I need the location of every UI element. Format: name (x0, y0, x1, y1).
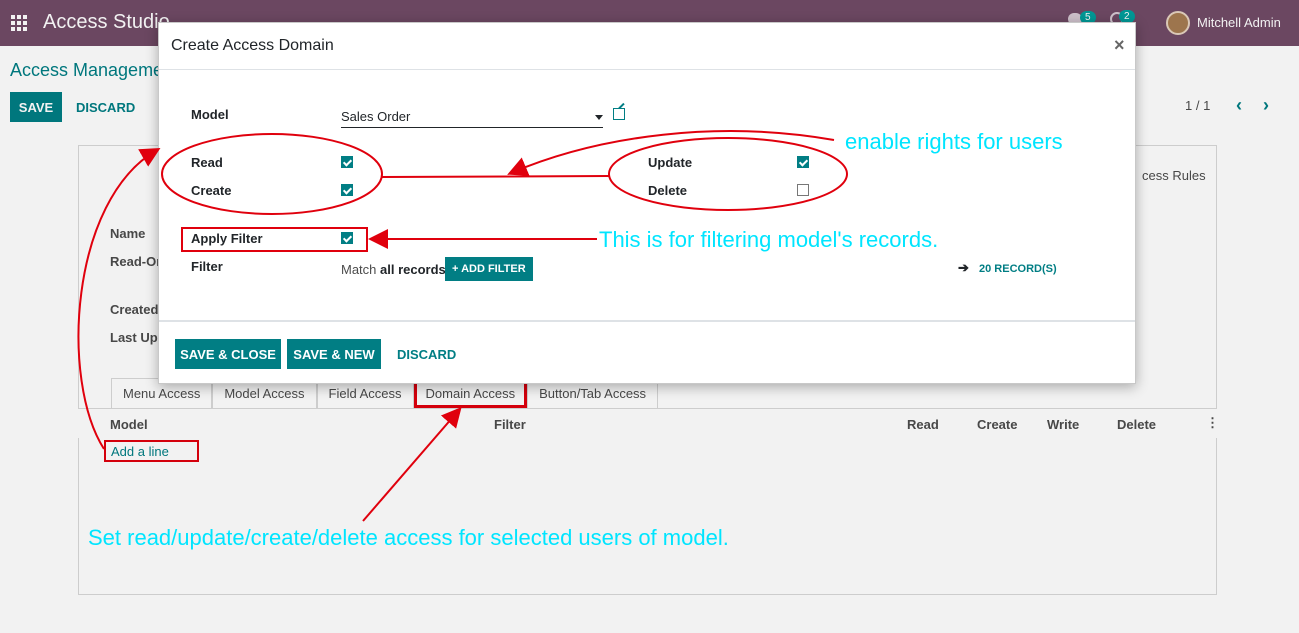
rights-annotation: enable rights for users (845, 129, 1063, 154)
arrow-right-icon: ➔ (958, 260, 969, 275)
update-label: Update (648, 155, 693, 170)
read-checkbox[interactable] (341, 156, 353, 168)
modal-title: Create Access Domain (171, 37, 334, 54)
match-prefix: Match (341, 262, 377, 277)
modal-header: Create Access Domain × (159, 23, 1135, 70)
discard-modal-button[interactable]: DISCARD (391, 339, 462, 369)
filter-label: Filter (191, 259, 223, 274)
save-new-button[interactable]: SAVE & NEW (287, 339, 381, 369)
model-label: Model (191, 107, 229, 122)
access-annotation: Set read/update/create/delete access for… (88, 525, 729, 550)
update-checkbox[interactable] (797, 156, 809, 168)
create-label: Create (191, 183, 232, 198)
create-access-domain-dialog: Create Access Domain × Model Sales Order… (158, 22, 1136, 384)
delete-label: Delete (648, 183, 688, 198)
close-icon[interactable]: × (1114, 35, 1125, 56)
model-select[interactable]: Sales Order (341, 107, 603, 128)
external-link-icon[interactable] (613, 108, 625, 120)
create-checkbox[interactable] (341, 184, 353, 196)
save-close-button[interactable]: SAVE & CLOSE (175, 339, 281, 369)
filter-annotation: This is for filtering model's records. (599, 227, 939, 252)
read-label: Read (191, 155, 223, 170)
modal-footer: SAVE & CLOSE SAVE & NEW DISCARD (159, 320, 1135, 383)
add-filter-button[interactable]: + ADD FILTER (445, 257, 533, 281)
apply-filter-highlight (181, 227, 368, 252)
chevron-down-icon[interactable] (595, 115, 603, 120)
match-scope: all records (380, 262, 446, 277)
delete-checkbox[interactable] (797, 184, 809, 196)
match-text: Match all records (341, 262, 446, 277)
records-count-link[interactable]: 20 RECORD(S) (979, 263, 1057, 275)
